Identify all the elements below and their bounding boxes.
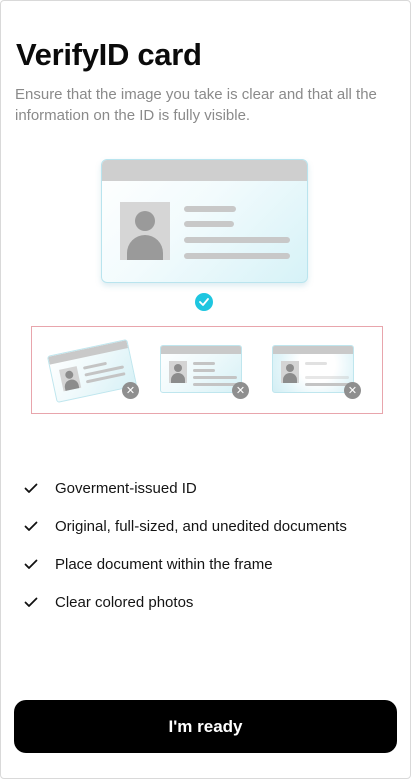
mini-card-photo xyxy=(281,361,299,383)
x-circle-icon: ✕ xyxy=(232,382,249,399)
mini-card-band xyxy=(48,340,129,365)
mini-card-line xyxy=(193,376,237,379)
list-item: Original, full-sized, and unedited docum… xyxy=(24,507,394,545)
id-card-text-line xyxy=(184,237,290,243)
mini-card-line xyxy=(305,362,327,365)
requirement-label: Goverment-issued ID xyxy=(55,479,197,497)
checkmark-icon xyxy=(24,554,55,574)
id-card-header-band xyxy=(102,160,307,181)
x-circle-icon: ✕ xyxy=(344,382,361,399)
person-head-icon xyxy=(135,211,155,231)
requirement-label: Original, full-sized, and unedited docum… xyxy=(55,517,347,535)
mini-card-line xyxy=(193,362,215,365)
person-body-icon xyxy=(127,235,163,260)
verify-id-screen: VerifyID card Ensure that the image you … xyxy=(0,0,411,779)
check-circle-icon xyxy=(195,293,213,311)
id-card-text-line xyxy=(184,221,234,227)
id-card-cropped-example xyxy=(160,345,242,393)
checkmark-icon xyxy=(24,592,55,612)
mini-card-band xyxy=(161,346,241,354)
id-card-glare-example xyxy=(272,345,354,393)
list-item: Goverment-issued ID xyxy=(24,469,394,507)
id-card-photo-placeholder xyxy=(120,202,170,260)
id-card-text-line xyxy=(184,206,236,212)
checkmark-icon xyxy=(24,516,55,536)
list-item: Place document within the frame xyxy=(24,545,394,583)
mini-card-photo xyxy=(59,366,82,392)
x-circle-icon: ✕ xyxy=(122,382,139,399)
checkmark-icon xyxy=(24,478,55,498)
page-title: VerifyID card xyxy=(16,37,202,72)
instructions-text: Ensure that the image you take is clear … xyxy=(15,86,377,124)
bad-examples-frame: ✕ ✕ ✕ xyxy=(31,326,383,414)
mini-card-line xyxy=(193,383,237,386)
mini-card-photo xyxy=(169,361,187,383)
id-card-good-example xyxy=(101,159,308,283)
mini-card-line xyxy=(193,369,215,372)
mini-card-band xyxy=(273,346,353,354)
requirements-list: Goverment-issued ID Original, full-sized… xyxy=(24,469,394,621)
list-item: Clear colored photos xyxy=(24,583,394,621)
ready-button[interactable]: I'm ready xyxy=(14,700,397,753)
requirement-label: Clear colored photos xyxy=(55,593,194,611)
id-card-text-line xyxy=(184,253,290,259)
requirement-label: Place document within the frame xyxy=(55,555,273,573)
mini-card-line xyxy=(305,376,349,379)
mini-card-line xyxy=(305,383,349,386)
